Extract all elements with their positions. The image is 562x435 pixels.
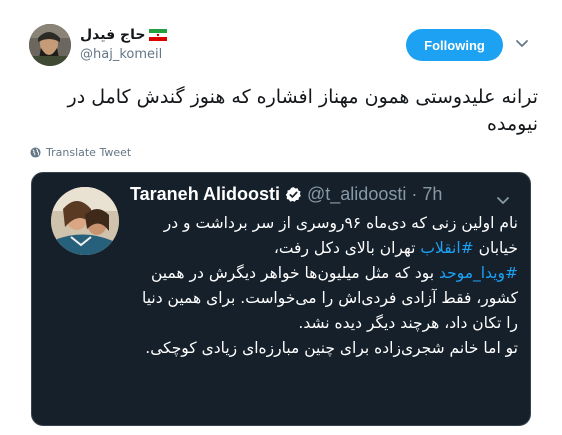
quoted-tweet-card[interactable]: Taraneh Alidoosti @t_alidoosti · 7h نام …: [31, 172, 531, 426]
chevron-down-icon[interactable]: [496, 193, 510, 207]
translate-tweet-link[interactable]: Translate Tweet: [30, 146, 131, 159]
tweet-header: حاج فیدل @haj_komeil Following: [0, 0, 562, 80]
quoted-tweet-text: نام اولین زنی که دی‌ماه ۹۶روسری از سر بر…: [130, 211, 518, 361]
quoted-name-row: Taraneh Alidoosti @t_alidoosti · 7h: [130, 184, 442, 205]
quoted-author-avatar[interactable]: [51, 187, 119, 255]
quoted-text-part: تهران بالای دکل رفت،: [273, 239, 421, 257]
hashtag-link[interactable]: #ویدا_موحد: [439, 264, 518, 282]
author-name-row: حاج فیدل: [80, 27, 168, 43]
author-display-name[interactable]: حاج فیدل: [80, 27, 145, 43]
profile-photo-icon: [29, 24, 71, 66]
hashtag-link[interactable]: #انقلاب: [420, 239, 473, 257]
author-avatar[interactable]: [29, 24, 71, 66]
globe-icon: [30, 147, 41, 158]
following-button[interactable]: Following: [406, 29, 503, 61]
author-handle[interactable]: @haj_komeil: [80, 47, 162, 62]
quoted-handle[interactable]: @t_alidoosti: [307, 184, 406, 205]
translate-tweet-label[interactable]: Translate Tweet: [46, 146, 131, 159]
verified-badge-icon: [285, 187, 301, 202]
quoted-timestamp[interactable]: · 7h: [411, 184, 442, 205]
tweet-text: ترانه علیدوستی همون مهناز افشاره که هنوز…: [67, 86, 538, 135]
quoted-display-name[interactable]: Taraneh Alidoosti: [130, 184, 280, 205]
iran-flag-icon: [149, 29, 168, 41]
profile-photo-icon: [51, 187, 119, 255]
chevron-down-icon[interactable]: [515, 36, 529, 50]
